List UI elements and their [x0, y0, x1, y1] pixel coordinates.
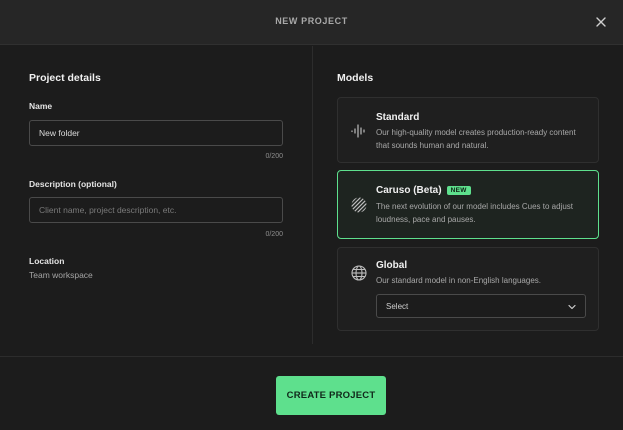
description-label: Description (optional) [29, 179, 117, 189]
modal-footer: CREATE PROJECT [0, 356, 623, 430]
waveform-icon [351, 124, 365, 138]
model-desc-standard: Our high-quality model creates productio… [376, 128, 576, 150]
model-name-global: Global [376, 260, 408, 271]
model-name-standard: Standard [376, 112, 420, 123]
modal-title: NEW PROJECT [275, 16, 348, 26]
chevron-down-icon [568, 304, 576, 310]
hatched-circle-icon [351, 197, 367, 213]
close-icon[interactable] [593, 14, 609, 30]
project-details-title: Project details [29, 72, 101, 84]
project-details-panel: Project details Name 0/200 Description (… [0, 46, 312, 344]
model-desc-caruso: The next evolution of our model includes… [376, 202, 574, 224]
model-card-global[interactable]: Global Our standard model in non-English… [337, 247, 599, 331]
model-name-caruso: Caruso (Beta) NEW [376, 185, 471, 196]
location-label: Location [29, 256, 65, 266]
name-char-counter: 0/200 [265, 153, 283, 160]
model-card-caruso[interactable]: Caruso (Beta) NEW The next evolution of o… [337, 170, 599, 239]
location-value: Team workspace [29, 270, 93, 280]
create-project-button[interactable]: CREATE PROJECT [276, 376, 386, 415]
language-select-value: Select [386, 302, 409, 311]
model-name-caruso-text: Caruso (Beta) [376, 185, 442, 196]
language-select[interactable]: Select [376, 294, 586, 318]
description-input[interactable] [29, 197, 283, 223]
description-char-counter: 0/200 [265, 231, 283, 238]
new-badge: NEW [446, 186, 471, 195]
model-card-standard[interactable]: Standard Our high-quality model creates … [337, 97, 599, 163]
name-input[interactable] [29, 120, 283, 146]
modal-header: NEW PROJECT [0, 0, 623, 45]
model-desc-global: Our standard model in non-English langua… [376, 276, 541, 285]
models-title: Models [337, 72, 374, 84]
globe-icon [351, 265, 367, 281]
new-project-modal: NEW PROJECT Project details Name 0/200 D… [0, 0, 623, 430]
models-panel: Models Standard Our high-quality model c… [313, 46, 623, 344]
name-label: Name [29, 101, 53, 111]
